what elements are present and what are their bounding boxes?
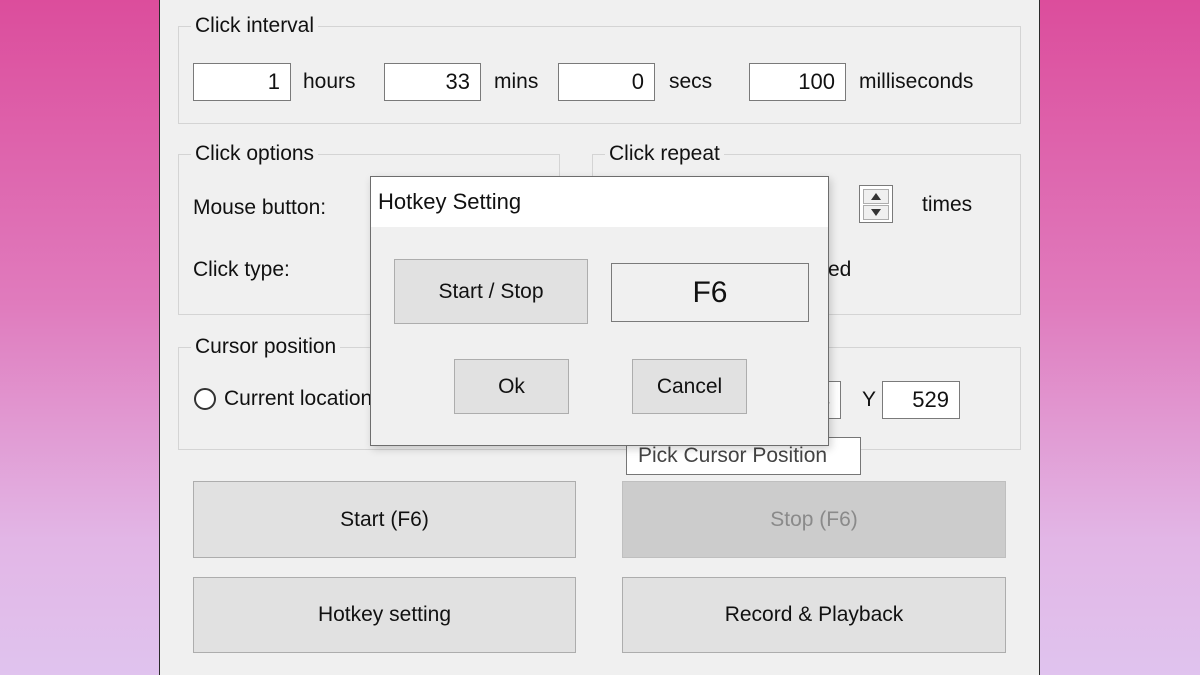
spin-down-button[interactable] bbox=[863, 205, 889, 220]
repeat-count-spinner[interactable] bbox=[859, 185, 893, 223]
start-stop-hotkey-button[interactable]: Start / Stop bbox=[394, 259, 588, 324]
click-repeat-title: Click repeat bbox=[605, 141, 724, 167]
cancel-button[interactable]: Cancel bbox=[632, 359, 747, 414]
milliseconds-input[interactable]: 100 bbox=[749, 63, 846, 101]
mins-label: mins bbox=[494, 70, 539, 93]
triangle-down-icon bbox=[871, 209, 881, 216]
dialog-titlebar[interactable]: Hotkey Setting bbox=[371, 177, 828, 227]
secs-label: secs bbox=[669, 70, 713, 93]
secs-input[interactable]: 0 bbox=[558, 63, 655, 101]
hours-input[interactable]: 1 bbox=[193, 63, 291, 101]
ok-button[interactable]: Ok bbox=[454, 359, 569, 414]
stop-button[interactable]: Stop (F6) bbox=[622, 481, 1006, 558]
times-label: times bbox=[922, 193, 973, 216]
current-location-radio[interactable] bbox=[194, 388, 216, 410]
triangle-up-icon bbox=[871, 193, 881, 200]
hotkey-setting-dialog: Hotkey Setting Start / Stop F6 Ok Cancel bbox=[370, 176, 829, 446]
hours-label: hours bbox=[303, 70, 356, 93]
record-playback-button[interactable]: Record & Playback bbox=[622, 577, 1006, 653]
click-interval-title: Click interval bbox=[191, 13, 319, 39]
spin-up-button[interactable] bbox=[863, 189, 889, 204]
y-label: Y bbox=[862, 388, 877, 411]
milliseconds-label: milliseconds bbox=[859, 70, 974, 93]
mins-input[interactable]: 33 bbox=[384, 63, 481, 101]
cursor-position-title: Cursor position bbox=[191, 334, 341, 360]
repeat-until-stopped-label-partial: ed bbox=[828, 258, 852, 281]
hotkey-setting-button[interactable]: Hotkey setting bbox=[193, 577, 576, 653]
y-coordinate-input[interactable]: 529 bbox=[882, 381, 960, 419]
click-type-label: Click type: bbox=[193, 258, 290, 281]
current-location-label[interactable]: Current location bbox=[224, 386, 372, 412]
dialog-title: Hotkey Setting bbox=[378, 189, 522, 214]
start-button[interactable]: Start (F6) bbox=[193, 481, 576, 558]
click-options-title: Click options bbox=[191, 141, 319, 167]
hotkey-value-field[interactable]: F6 bbox=[611, 263, 809, 322]
mouse-button-label: Mouse button: bbox=[193, 196, 327, 219]
